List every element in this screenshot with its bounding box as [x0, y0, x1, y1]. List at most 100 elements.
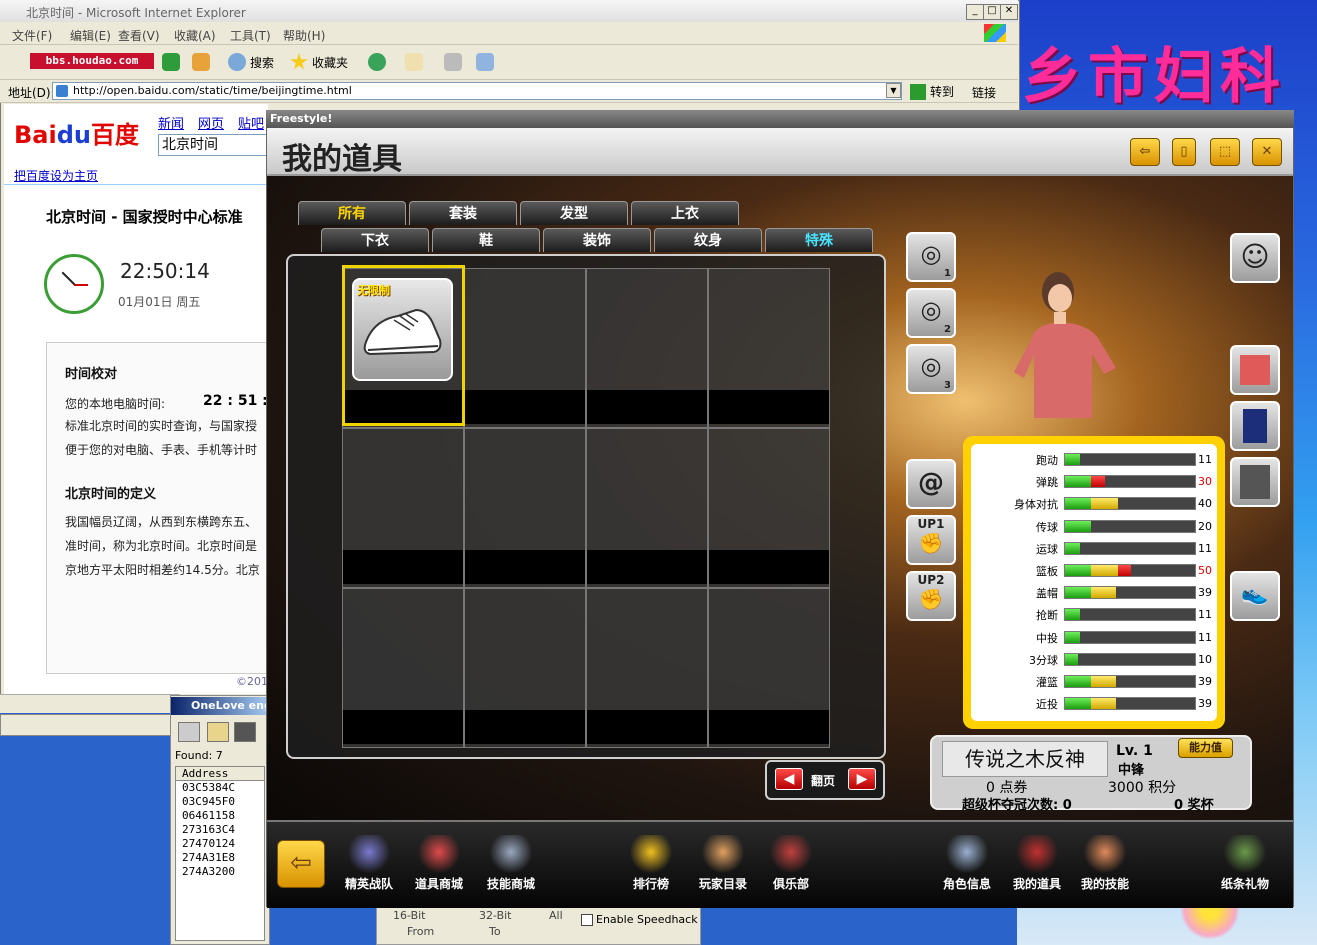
- ring-icon: ◎: [920, 352, 942, 380]
- nav-icon: [1083, 835, 1127, 873]
- upgrade-2-button[interactable]: UP2 ✊: [906, 571, 956, 621]
- tab-suit[interactable]: 套装: [409, 201, 517, 225]
- next-page-icon[interactable]: ▶: [848, 768, 876, 790]
- nav-item[interactable]: 角色信息: [932, 835, 1002, 892]
- shoes-slot[interactable]: 👟: [1230, 571, 1280, 621]
- set-home-link[interactable]: 把百度设为主页: [14, 167, 98, 184]
- tab-shoes[interactable]: 鞋: [432, 228, 540, 252]
- menu-tools[interactable]: 工具(T): [230, 27, 271, 44]
- nav-item[interactable]: 我的技能: [1070, 835, 1140, 892]
- mail-button[interactable]: [405, 52, 423, 72]
- menu-view[interactable]: 查看(V): [118, 27, 160, 44]
- nav-item[interactable]: 俱乐部: [756, 835, 826, 892]
- suit-slot[interactable]: [1230, 457, 1280, 507]
- upgrade-1-button[interactable]: UP1 ✊: [906, 515, 956, 565]
- page-heading: 北京时间 - 国家授时中心标准: [46, 208, 243, 226]
- save-icon[interactable]: [234, 722, 256, 742]
- calibration-text-3: 便于您的对电脑、手表、手机等计时: [65, 443, 258, 457]
- tab-top[interactable]: 上衣: [631, 201, 739, 225]
- door-icon[interactable]: ▯: [1172, 138, 1196, 166]
- tab-news[interactable]: 新闻: [158, 113, 184, 132]
- cube-icon[interactable]: ⬚: [1210, 138, 1240, 166]
- maximize-icon[interactable]: □: [983, 4, 1001, 20]
- tab-tattoo[interactable]: 纹身: [654, 228, 762, 252]
- prev-page-icon[interactable]: ◀: [775, 768, 803, 790]
- list-item[interactable]: 06461158: [182, 809, 264, 823]
- list-item[interactable]: 274A31E8: [182, 851, 264, 865]
- favorites-button[interactable]: 收藏夹: [290, 52, 348, 72]
- home-button[interactable]: [192, 52, 210, 72]
- back-icon[interactable]: ⇦: [1130, 138, 1160, 166]
- bottom-slot[interactable]: [1230, 401, 1280, 451]
- print-button[interactable]: [444, 52, 462, 72]
- edit-button[interactable]: [476, 52, 494, 72]
- tab-accessory[interactable]: 装饰: [543, 228, 651, 252]
- nav-item[interactable]: 精英战队: [334, 835, 404, 892]
- history-button[interactable]: [368, 52, 386, 72]
- address-list[interactable]: Address 03C5384C 03C945F0 06461158 27316…: [175, 766, 265, 941]
- menu-edit[interactable]: 编辑(E): [70, 27, 111, 44]
- top-slot[interactable]: [1230, 345, 1280, 395]
- nav-item[interactable]: 技能商城: [476, 835, 546, 892]
- address-column-header[interactable]: Address: [176, 767, 264, 781]
- links-label[interactable]: 链接: [972, 84, 996, 101]
- list-item[interactable]: 03C945F0: [182, 795, 264, 809]
- ring-slot-2[interactable]: ◎ 2: [906, 288, 956, 338]
- nav-item[interactable]: 排行榜: [616, 835, 686, 892]
- tab-bottom[interactable]: 下衣: [321, 228, 429, 252]
- nav-item[interactable]: 我的道具: [1002, 835, 1072, 892]
- menu-file[interactable]: 文件(F): [12, 27, 52, 44]
- swirl-icon: @: [918, 468, 944, 498]
- ring-slot-3[interactable]: ◎ 3: [906, 344, 956, 394]
- refresh-button[interactable]: [162, 52, 180, 72]
- tattoo-slot[interactable]: @: [906, 459, 956, 509]
- nav-label: 技能商城: [486, 877, 535, 891]
- url-input[interactable]: http://open.baidu.com/static/time/beijin…: [52, 82, 902, 100]
- address-dropdown-icon[interactable]: ▼: [886, 83, 901, 98]
- exit-icon[interactable]: ✕: [1252, 138, 1282, 166]
- radio-32bit[interactable]: 32-Bit: [479, 909, 512, 922]
- stat-fill: [1065, 565, 1092, 576]
- search-button[interactable]: 搜索: [228, 52, 274, 72]
- menu-help[interactable]: 帮助(H): [283, 27, 325, 44]
- slot-info-bar: [709, 550, 829, 584]
- radio-16bit[interactable]: 16-Bit: [393, 909, 426, 922]
- process-icon[interactable]: [178, 722, 200, 742]
- tab-tieba[interactable]: 贴吧: [238, 113, 264, 132]
- baidu-search-input[interactable]: 北京时间: [158, 134, 268, 156]
- list-item[interactable]: 273163C4: [182, 823, 264, 837]
- tab-all[interactable]: 所有: [298, 201, 406, 225]
- ring-slot-1[interactable]: ◎ 1: [906, 232, 956, 282]
- go-button[interactable]: 转到: [910, 83, 954, 100]
- list-item[interactable]: 27470124: [182, 837, 264, 851]
- list-item[interactable]: 03C5384C: [182, 781, 264, 795]
- close-icon[interactable]: ✕: [1000, 4, 1018, 20]
- tab-web[interactable]: 网页: [198, 113, 224, 132]
- nav-item[interactable]: 道具商城: [404, 835, 474, 892]
- list-item[interactable]: 274A3200: [182, 865, 264, 879]
- nav-item[interactable]: 纸条礼物: [1210, 835, 1280, 892]
- history-icon: [368, 53, 386, 71]
- nav-label: 我的技能: [1080, 877, 1129, 891]
- minimize-icon[interactable]: _: [966, 4, 984, 20]
- section-title-definition: 北京时间的定义: [65, 487, 157, 502]
- menu-favorites[interactable]: 收藏(A): [174, 27, 216, 44]
- speedhack-checkbox[interactable]: [581, 914, 593, 926]
- nav-item[interactable]: 玩家目录: [688, 835, 758, 892]
- stat-fill: [1091, 698, 1117, 710]
- baidu-logo[interactable]: Baidu百度: [14, 115, 139, 150]
- tab-hair[interactable]: 发型: [520, 201, 628, 225]
- stat-value: 39: [1198, 586, 1212, 600]
- radio-all[interactable]: All: [549, 909, 563, 922]
- tab-special[interactable]: 特殊: [765, 228, 873, 252]
- face-slot[interactable]: ☺: [1230, 233, 1280, 283]
- stat-fill: [1065, 520, 1092, 532]
- minimized-window[interactable]: [0, 714, 172, 736]
- open-folder-icon[interactable]: [207, 722, 229, 742]
- return-icon[interactable]: ⇦: [277, 840, 325, 888]
- stat-fill: [1065, 631, 1080, 643]
- ability-button[interactable]: 能力值: [1178, 738, 1233, 758]
- slot-info-bar: [709, 390, 829, 424]
- nav-label: 我的道具: [1012, 877, 1061, 891]
- slot-info-bar: [709, 710, 829, 744]
